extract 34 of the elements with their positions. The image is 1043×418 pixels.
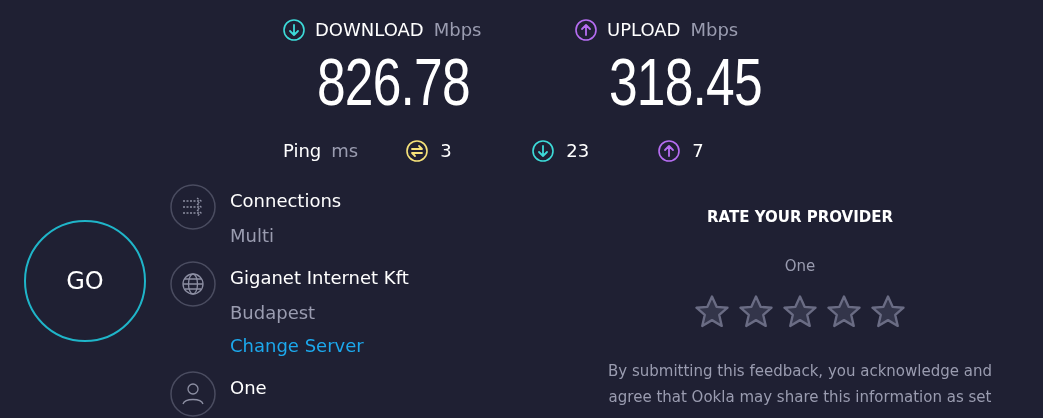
detail-title: One — [230, 376, 267, 400]
rating-title: RATE YOUR PROVIDER — [705, 207, 895, 228]
detail-title: Connections — [230, 189, 342, 213]
unit-label: Mbps — [433, 18, 482, 42]
metric-label: UPLOAD — [607, 18, 681, 42]
metric-label: DOWNLOAD — [315, 18, 424, 42]
unit-label: ms — [331, 139, 359, 163]
star-icon[interactable] — [782, 295, 818, 329]
ping-icon — [406, 139, 429, 162]
download-icon — [532, 139, 555, 162]
upload-icon — [658, 139, 681, 162]
user-icon — [170, 371, 216, 417]
go-button[interactable]: GO — [24, 220, 146, 342]
star-icon[interactable] — [694, 295, 730, 329]
feedback-disclaimer: By submitting this feedback, you acknowledge and agree that Ookla may share this information as set — [607, 361, 993, 409]
unit-label: Mbps — [690, 18, 739, 42]
star-icon[interactable] — [738, 295, 774, 329]
connections-icon — [170, 184, 216, 230]
download-icon — [283, 18, 305, 41]
globe-icon — [170, 261, 216, 307]
detail-title: Giganet Internet Kft — [230, 266, 409, 290]
ping-value: 7 — [692, 139, 704, 163]
upload-icon — [575, 18, 597, 41]
star-icon[interactable] — [826, 295, 862, 329]
ping-label: Ping — [283, 139, 322, 163]
provider-name: One — [783, 255, 817, 277]
speed-value: 826.78 — [317, 49, 470, 115]
star-icon[interactable] — [870, 295, 906, 329]
detail-subtitle: Budapest — [230, 301, 317, 325]
detail-subtitle: Multi — [230, 224, 275, 248]
change-server-link[interactable]: Change Server — [230, 332, 364, 359]
ping-value: 23 — [566, 139, 590, 163]
speed-value: 318.45 — [609, 49, 762, 115]
ping-value: 3 — [440, 139, 452, 163]
